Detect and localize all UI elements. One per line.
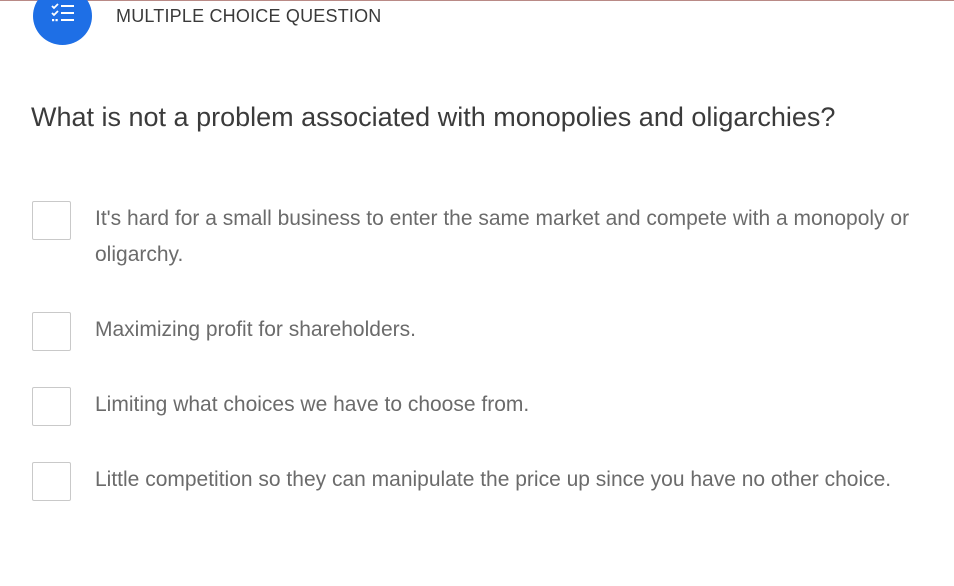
option-checkbox[interactable] bbox=[32, 312, 71, 351]
answer-option-2[interactable]: Maximizing profit for shareholders. bbox=[32, 312, 922, 351]
answer-option-4[interactable]: Little competition so they can manipulat… bbox=[32, 462, 922, 501]
option-label: Little competition so they can manipulat… bbox=[95, 468, 892, 491]
option-label: Limiting what choices we have to choose … bbox=[95, 393, 530, 416]
top-divider bbox=[0, 0, 954, 1]
option-label: Maximizing profit for shareholders. bbox=[95, 318, 416, 341]
option-checkbox[interactable] bbox=[32, 387, 71, 426]
question-type-badge bbox=[33, 0, 92, 45]
question-card: MULTIPLE CHOICE QUESTION What is not a p… bbox=[0, 0, 954, 586]
option-checkbox[interactable] bbox=[32, 201, 71, 240]
checklist-icon bbox=[50, 2, 75, 30]
option-label: It's hard for a small business to enter … bbox=[95, 207, 910, 266]
question-type-label: MULTIPLE CHOICE QUESTION bbox=[116, 6, 382, 26]
question-prompt: What is not a problem associated with mo… bbox=[31, 102, 836, 132]
answer-option-3[interactable]: Limiting what choices we have to choose … bbox=[32, 387, 922, 426]
option-checkbox[interactable] bbox=[32, 462, 71, 501]
answer-option-1[interactable]: It's hard for a small business to enter … bbox=[32, 201, 922, 273]
